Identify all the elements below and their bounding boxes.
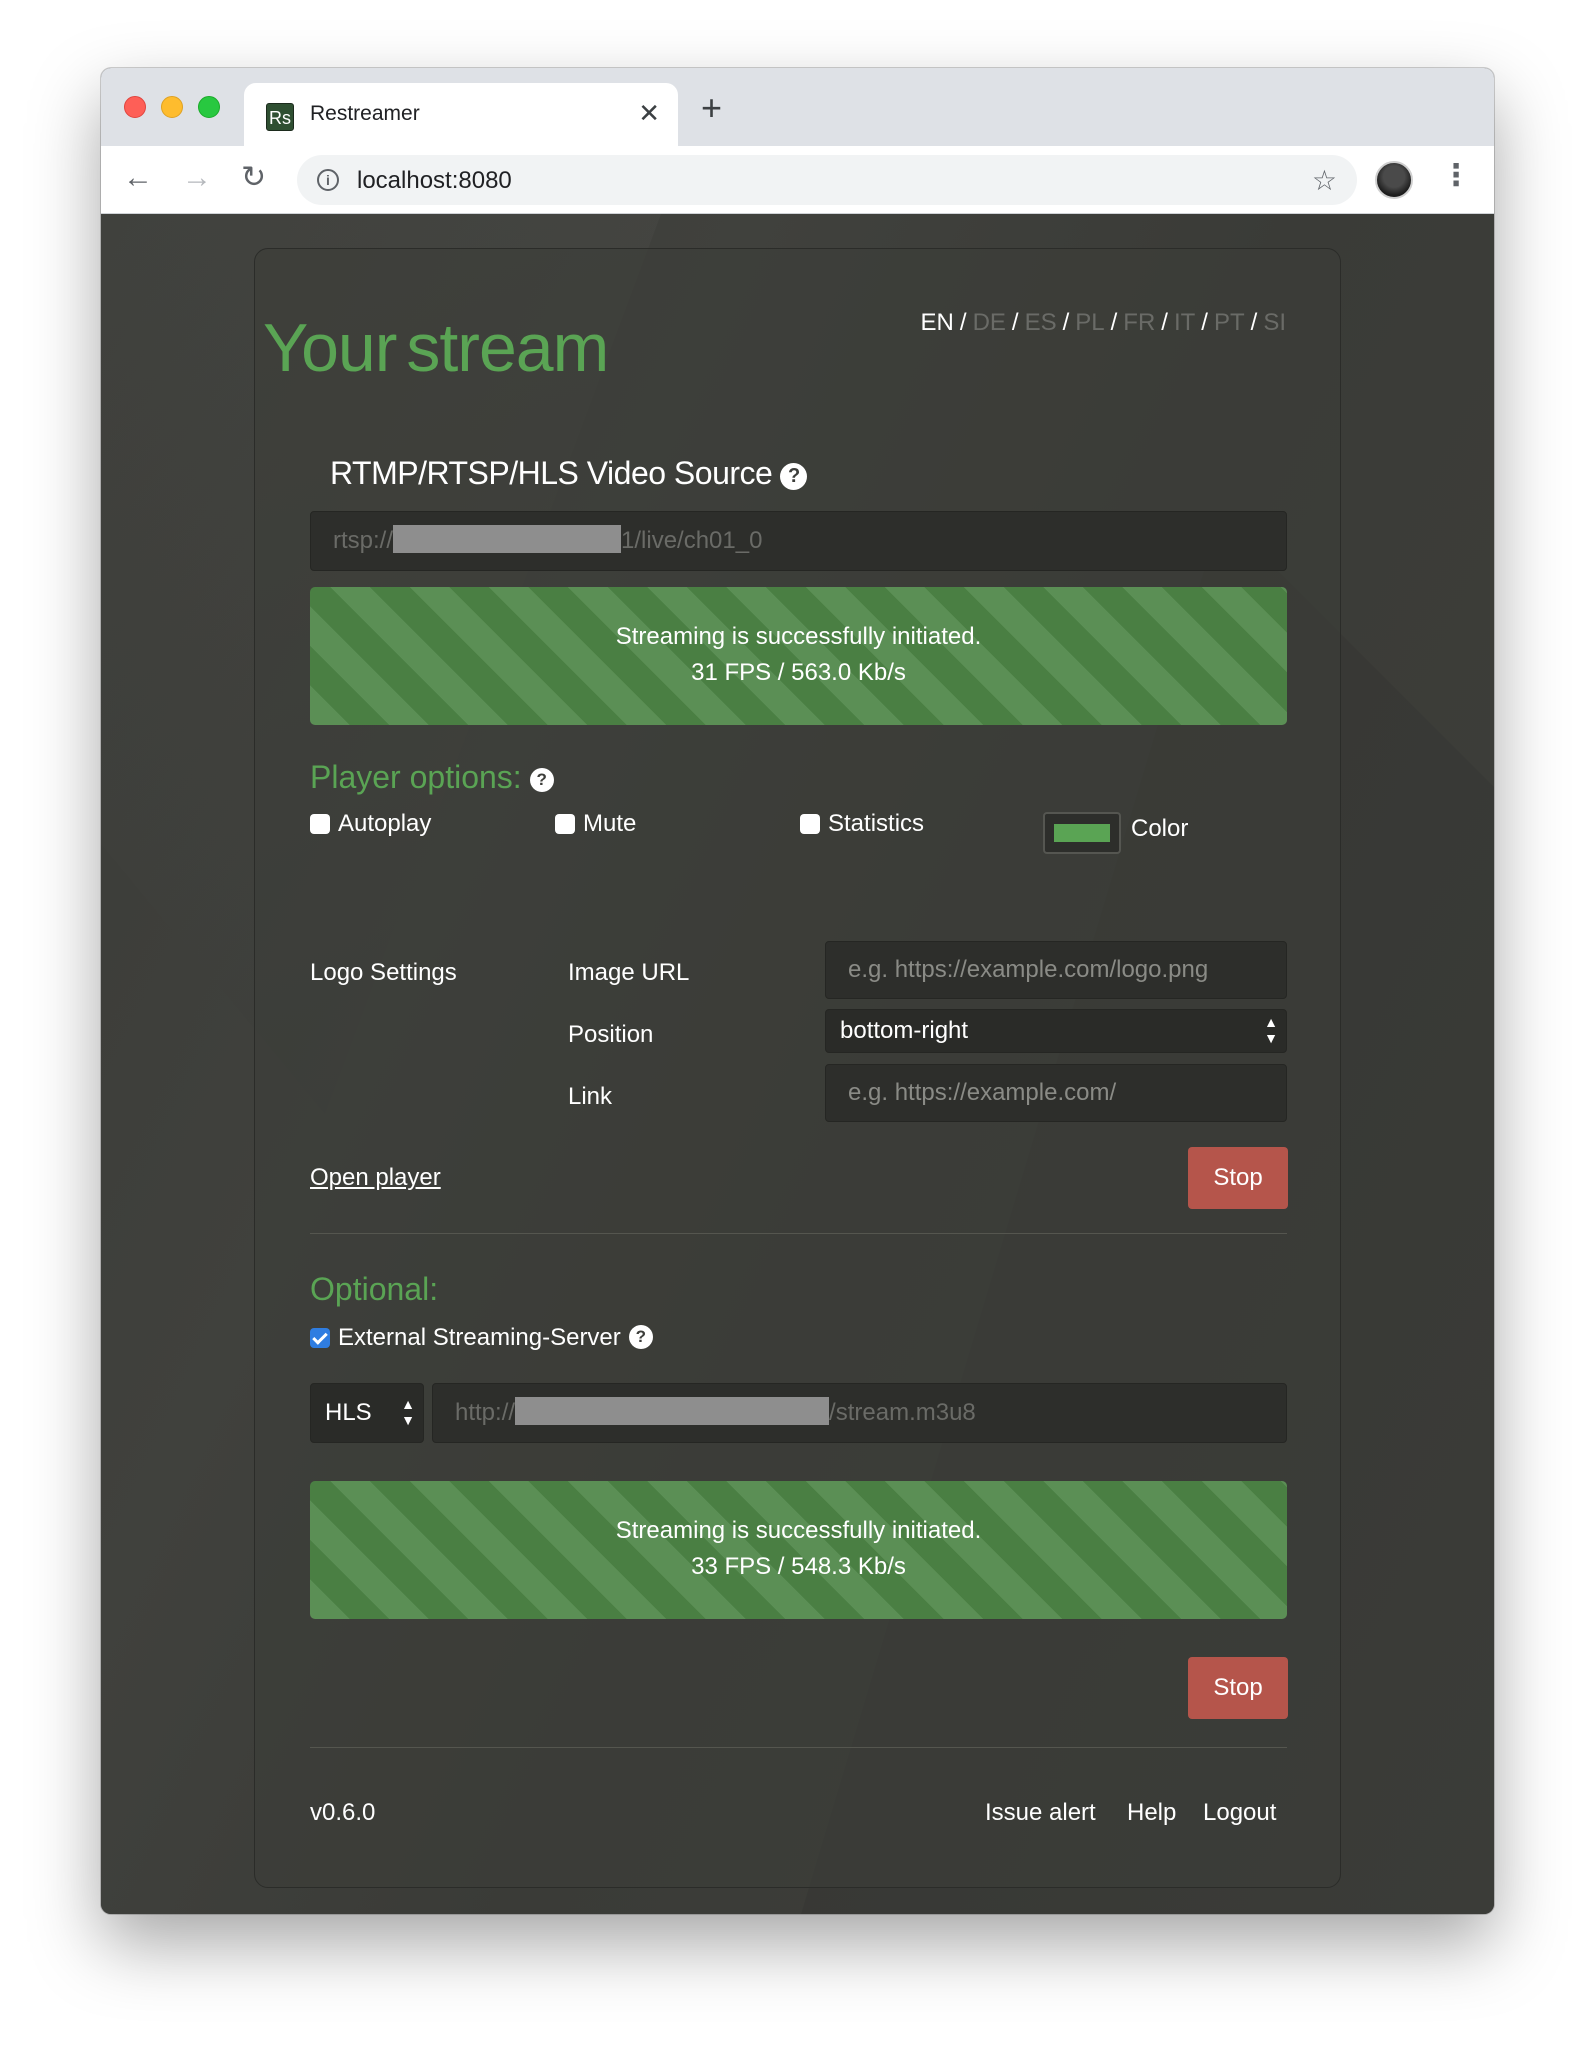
color-label: Color xyxy=(1131,815,1189,842)
lang-de[interactable]: DE xyxy=(973,309,1006,336)
source-status-banner: Streaming is successfully initiated. 31 … xyxy=(310,587,1287,725)
image-url-input[interactable]: e.g. https://example.com/logo.png xyxy=(825,941,1287,999)
external-server-url-input[interactable]: http:// /stream.m3u8 xyxy=(432,1383,1287,1443)
language-switcher: EN / DE / ES / PL / FR / IT / PT / SI xyxy=(921,309,1286,337)
status-stats: 33 FPS / 548.3 Kb/s xyxy=(691,1553,906,1580)
favicon-icon: Rs xyxy=(266,103,294,131)
logo-stream: stream xyxy=(406,310,609,386)
help-icon[interactable]: ? xyxy=(529,768,554,792)
external-status-banner: Streaming is successfully initiated. 33 … xyxy=(310,1481,1287,1619)
stop-source-button[interactable]: Stop xyxy=(1188,1147,1288,1209)
lang-pt[interactable]: PT xyxy=(1214,309,1245,336)
lang-pl[interactable]: PL xyxy=(1075,309,1104,336)
lang-separator: / xyxy=(1062,309,1070,336)
statistics-label: Statistics xyxy=(828,810,925,837)
logo-link-input[interactable]: e.g. https://example.com/ xyxy=(825,1064,1287,1122)
source-url-prefix: rtsp:// xyxy=(333,527,394,554)
browser-tab[interactable]: Rs Restreamer ✕ xyxy=(244,83,678,146)
lang-si[interactable]: SI xyxy=(1263,309,1286,336)
link-label: Link xyxy=(568,1083,613,1110)
position-label: Position xyxy=(568,1021,654,1048)
close-window-button[interactable] xyxy=(124,96,146,118)
bookmark-star-icon[interactable]: ☆ xyxy=(1312,164,1337,197)
server-url-suffix: /stream.m3u8 xyxy=(829,1399,976,1426)
mute-label: Mute xyxy=(583,810,637,837)
external-server-label: External Streaming-Server xyxy=(338,1324,621,1351)
logo-settings-label: Logo Settings xyxy=(310,959,457,986)
tab-close-icon[interactable]: ✕ xyxy=(638,98,660,128)
external-server-checkbox[interactable]: External Streaming-Server? xyxy=(310,1323,653,1353)
info-icon[interactable]: i xyxy=(317,169,339,191)
lang-fr[interactable]: FR xyxy=(1123,309,1155,336)
statistics-checkbox[interactable]: Statistics xyxy=(800,809,924,839)
select-arrows-icon: ▲ ▼ xyxy=(1264,1014,1278,1046)
forward-icon[interactable]: → xyxy=(182,158,212,198)
browser-window: Rs Restreamer ✕ + ← → ↻ i localhost:8080… xyxy=(101,68,1494,1914)
help-link[interactable]: Help xyxy=(1127,1799,1176,1827)
browser-toolbar: ← → ↻ i localhost:8080 ☆ ⋮ xyxy=(101,146,1494,214)
divider xyxy=(310,1233,1287,1234)
color-picker[interactable] xyxy=(1043,812,1121,854)
video-source-input[interactable]: rtsp:// 1/live/ch01_0 xyxy=(310,511,1287,571)
lang-es[interactable]: ES xyxy=(1025,309,1057,336)
open-player-link[interactable]: Open player xyxy=(310,1164,441,1192)
logout-link[interactable]: Logout xyxy=(1203,1799,1276,1827)
back-icon[interactable]: ← xyxy=(123,158,153,198)
app-logo: Your stream xyxy=(263,309,609,387)
player-options-heading-text: Player options: xyxy=(310,759,522,795)
server-url-prefix: http:// xyxy=(455,1399,516,1426)
protocol-value: HLS xyxy=(325,1399,372,1426)
position-value: bottom-right xyxy=(840,1017,969,1044)
protocol-select[interactable]: HLS ▲ ▼ xyxy=(310,1383,424,1443)
lang-separator: / xyxy=(959,309,967,336)
version-text: v0.6.0 xyxy=(310,1799,376,1826)
image-url-label: Image URL xyxy=(568,959,690,986)
checkbox-box[interactable] xyxy=(310,814,330,834)
divider xyxy=(310,1747,1287,1748)
lang-separator: / xyxy=(1250,309,1258,336)
lang-en[interactable]: EN xyxy=(921,309,954,336)
lang-separator: / xyxy=(1201,309,1208,336)
page-viewport: Your stream EN / DE / ES / PL / FR / IT / PT / SI RTMP/… xyxy=(101,214,1494,1914)
tab-title: Restreamer xyxy=(310,102,420,125)
lang-separator: / xyxy=(1011,309,1019,336)
checkbox-box[interactable] xyxy=(800,814,820,834)
checkbox-box-checked[interactable] xyxy=(310,1328,330,1348)
minimize-window-button[interactable] xyxy=(161,96,183,118)
lang-it[interactable]: IT xyxy=(1174,309,1195,336)
status-message: Streaming is successfully initiated. xyxy=(615,1517,982,1544)
help-icon[interactable]: ? xyxy=(780,463,808,490)
status-message: Streaming is successfully initiated. xyxy=(615,623,982,650)
color-swatch xyxy=(1054,824,1110,842)
redacted-block xyxy=(515,1397,830,1425)
video-source-label: RTMP/RTSP/HLS Video Source? xyxy=(330,455,808,492)
address-bar[interactable]: i localhost:8080 ☆ xyxy=(297,155,1357,205)
profile-avatar[interactable] xyxy=(1375,161,1413,199)
select-arrows-icon: ▲ ▼ xyxy=(401,1396,415,1428)
url-text[interactable]: localhost:8080 xyxy=(357,167,512,195)
optional-heading: Optional: xyxy=(310,1271,439,1307)
position-select[interactable]: bottom-right ▲ ▼ xyxy=(825,1009,1287,1053)
autoplay-label: Autoplay xyxy=(338,810,432,837)
main-panel: Your stream EN / DE / ES / PL / FR / IT / PT / SI RTMP/… xyxy=(254,248,1341,1888)
video-source-label-text: RTMP/RTSP/HLS Video Source xyxy=(330,455,773,491)
redacted-block xyxy=(393,525,622,553)
maximize-window-button[interactable] xyxy=(198,96,220,118)
mute-checkbox[interactable]: Mute xyxy=(555,809,636,839)
lang-separator: / xyxy=(1110,309,1118,336)
status-stats: 31 FPS / 563.0 Kb/s xyxy=(691,659,906,686)
new-tab-button[interactable]: + xyxy=(701,90,722,126)
lang-separator: / xyxy=(1161,309,1168,336)
checkbox-box[interactable] xyxy=(555,814,575,834)
source-url-suffix: 1/live/ch01_0 xyxy=(621,527,763,554)
tab-bar: Rs Restreamer ✕ + xyxy=(101,68,1494,146)
kebab-menu-icon[interactable]: ⋮ xyxy=(1441,156,1471,196)
player-options-heading: Player options:? xyxy=(310,759,554,796)
help-icon[interactable]: ? xyxy=(628,1325,653,1349)
stop-external-button[interactable]: Stop xyxy=(1188,1657,1288,1719)
autoplay-checkbox[interactable]: Autoplay xyxy=(310,809,431,839)
logo-your: Your xyxy=(263,310,397,386)
reload-icon[interactable]: ↻ xyxy=(241,158,266,198)
issue-alert-link[interactable]: Issue alert xyxy=(985,1799,1096,1827)
